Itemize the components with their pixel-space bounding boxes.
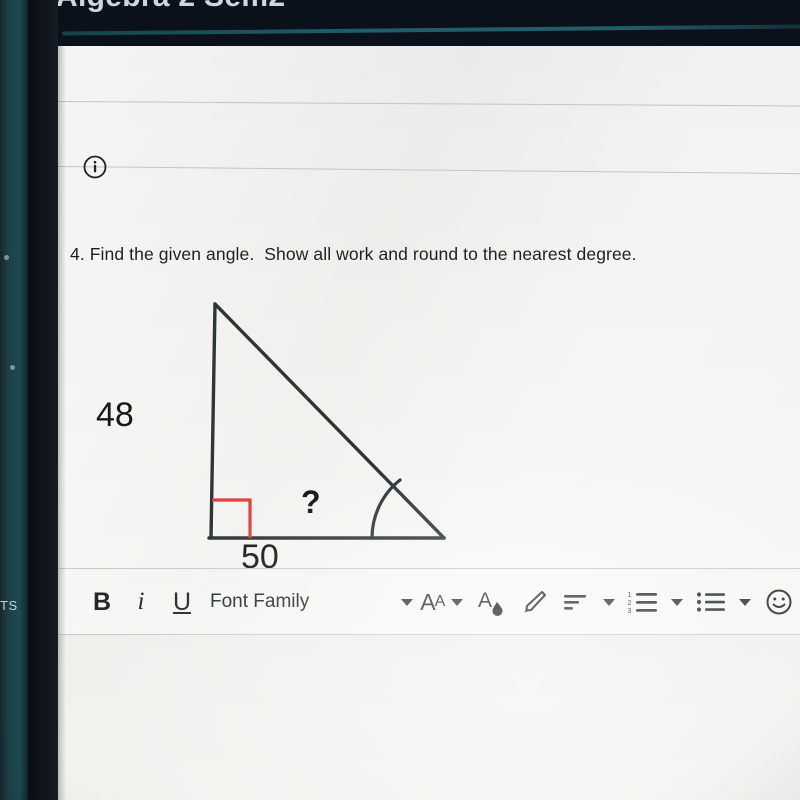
bulleted-list-icon[interactable] bbox=[690, 580, 732, 624]
align-left-icon[interactable] bbox=[554, 580, 596, 624]
device-bezel-inner bbox=[28, 0, 58, 800]
sidebar-marker-dot bbox=[10, 365, 15, 370]
chevron-down-icon[interactable] bbox=[451, 598, 464, 606]
chevron-down-icon[interactable] bbox=[739, 598, 752, 606]
underline-button[interactable]: U bbox=[160, 580, 204, 624]
italic-button[interactable]: i bbox=[122, 580, 160, 624]
svg-text:A: A bbox=[478, 589, 492, 612]
info-circle-icon[interactable] bbox=[82, 154, 108, 180]
toolbar-bottom-divider bbox=[58, 634, 800, 635]
chevron-down-icon[interactable] bbox=[671, 598, 684, 606]
font-size-select[interactable]: AA bbox=[420, 580, 446, 624]
app-header: Algebra 2 Sem2 bbox=[28, 0, 800, 46]
bold-button[interactable]: B bbox=[82, 580, 122, 624]
divider bbox=[58, 101, 800, 107]
svg-text:1: 1 bbox=[628, 592, 632, 599]
font-family-select[interactable]: Font Family bbox=[204, 580, 315, 624]
leg-label-vertical: 48 bbox=[96, 396, 134, 434]
font-size-label-small: A bbox=[434, 593, 446, 610]
chevron-down-icon[interactable] bbox=[603, 598, 616, 606]
text-color-icon[interactable]: A bbox=[470, 580, 512, 624]
answer-editor-area[interactable] bbox=[58, 635, 800, 800]
toolbar-top-divider bbox=[58, 568, 800, 569]
svg-text:3: 3 bbox=[628, 608, 632, 615]
chevron-down-icon[interactable] bbox=[401, 598, 414, 606]
svg-text:2: 2 bbox=[628, 600, 632, 607]
triangle-diagram bbox=[78, 242, 498, 602]
page-title: Algebra 2 Sem2 bbox=[56, 0, 285, 14]
app-sidebar[interactable] bbox=[0, 0, 28, 800]
emoji-smiley-icon[interactable] bbox=[758, 580, 800, 624]
divider bbox=[58, 166, 800, 175]
font-size-label-big: A bbox=[420, 588, 435, 615]
assignment-card: 4. Find the given angle. Show all work a… bbox=[58, 44, 800, 800]
numbered-list-icon[interactable]: 1 2 3 bbox=[622, 580, 664, 624]
sidebar-item-label: TS bbox=[0, 598, 18, 613]
editor-toolbar: B i U Font Family AA A 1 2 3 bbox=[58, 570, 800, 634]
screenshot-root: TS Algebra 2 Sem2 4. Find the given angl… bbox=[0, 0, 800, 800]
highlighter-icon[interactable] bbox=[512, 580, 554, 624]
sidebar-marker-dot bbox=[4, 255, 9, 260]
angle-label-unknown: ? bbox=[301, 484, 321, 520]
